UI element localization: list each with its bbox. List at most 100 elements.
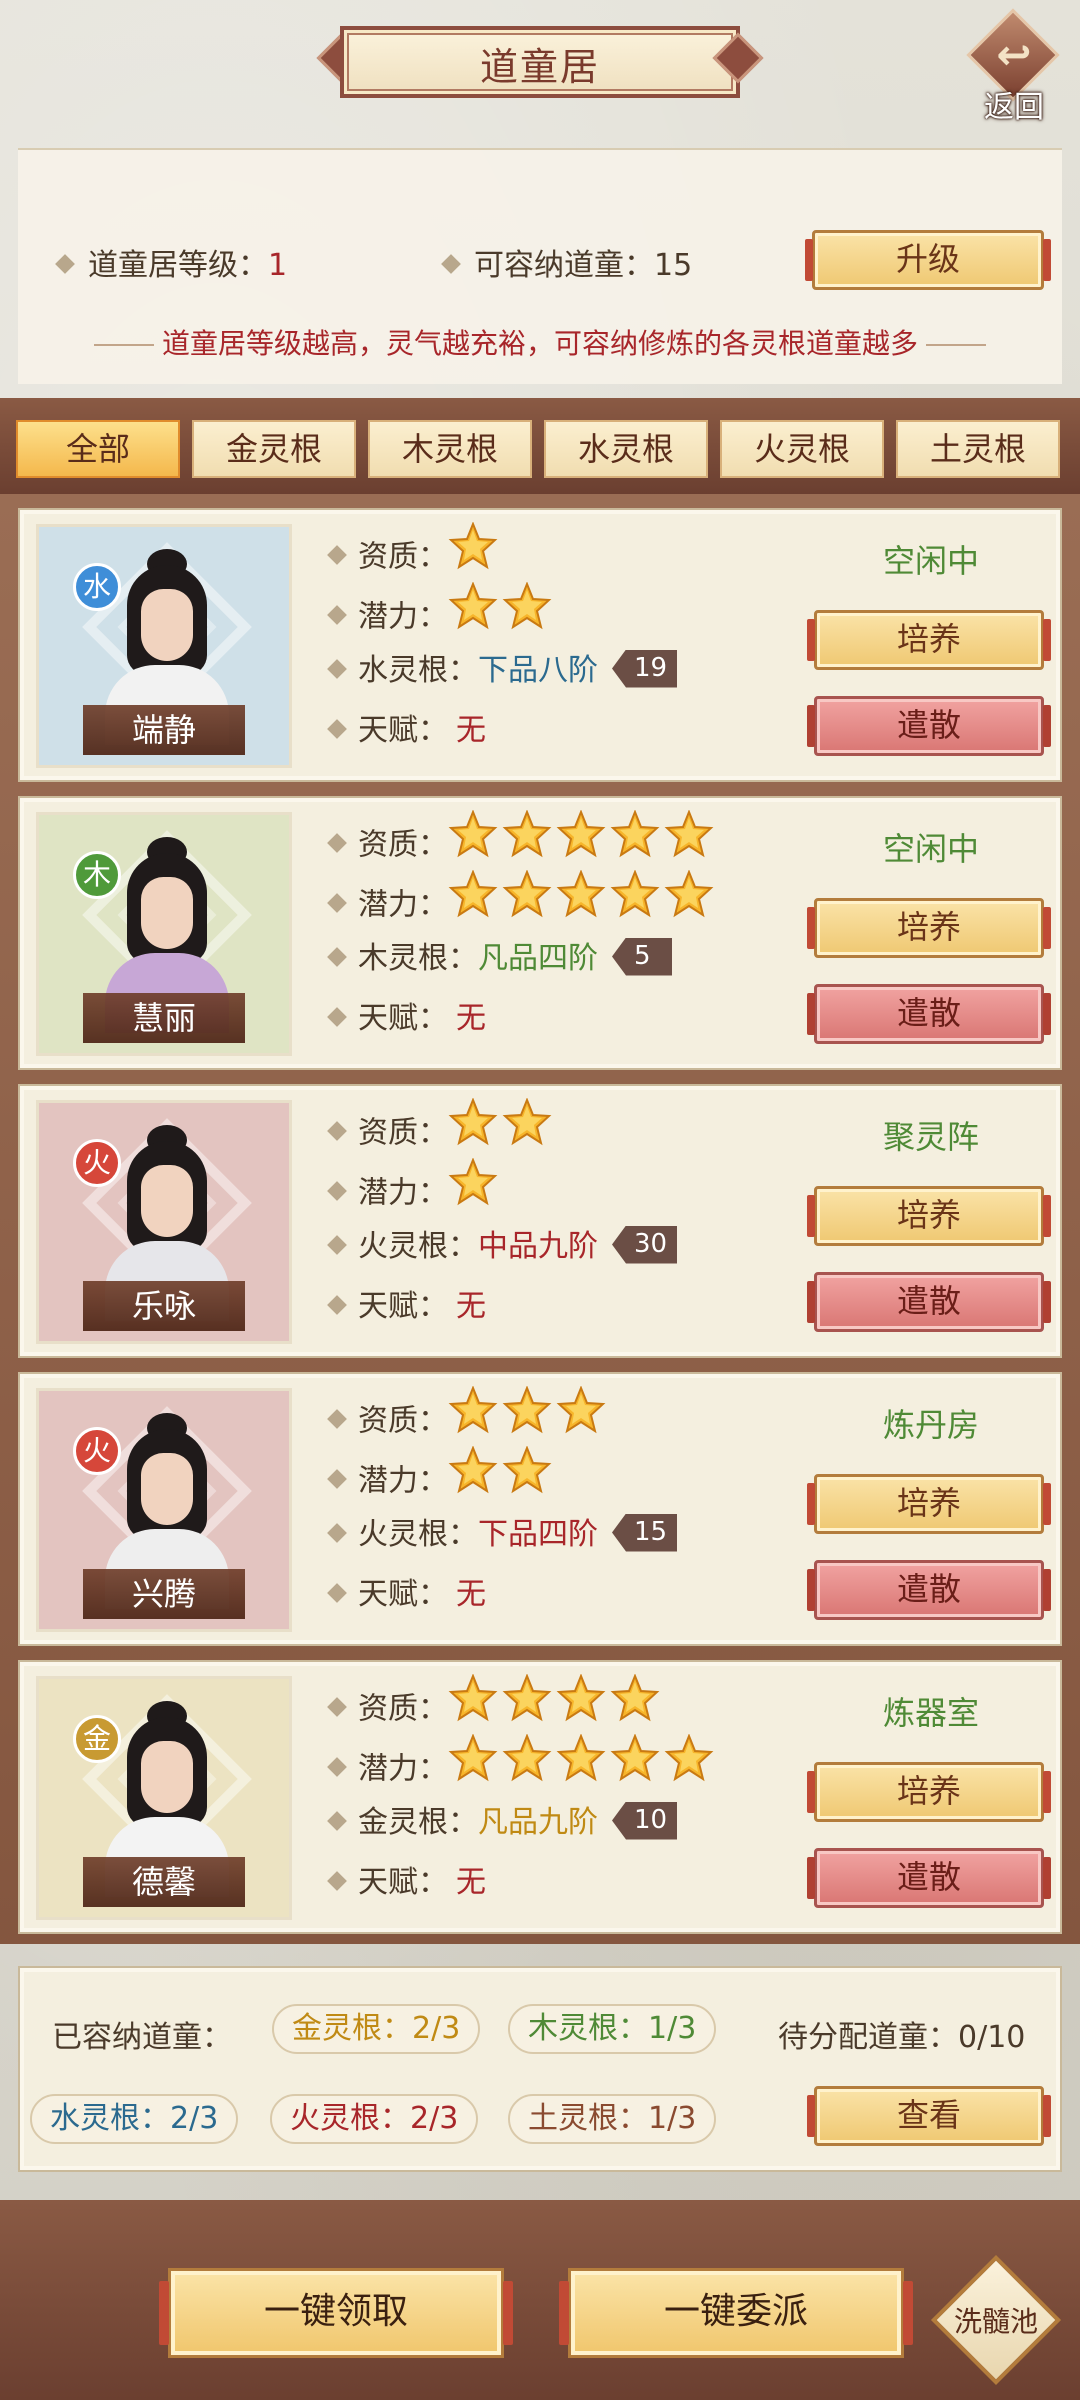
dismiss-button[interactable]: 遣散 bbox=[807, 1848, 1051, 1908]
train-button[interactable]: 培养 bbox=[807, 610, 1051, 670]
star-icon bbox=[448, 1674, 498, 1722]
tab-earth[interactable]: 土灵根 bbox=[896, 420, 1060, 478]
spirit-root-row: 水灵根：下品八阶 19 bbox=[327, 646, 678, 696]
aptitude-row: 资质： bbox=[327, 810, 718, 864]
view-button[interactable]: 查看 bbox=[807, 2086, 1051, 2146]
potential-stars bbox=[448, 582, 556, 650]
fire-count-pill: 火灵根：2/3 bbox=[270, 2094, 479, 2144]
disciple-list[interactable]: 水端静 资质： 潜力： 水灵根：下品八阶 19 天赋：无空闲中 培养 遣散木慧丽 资质： 潜力：木… bbox=[0, 494, 1080, 1944]
aptitude-label: 资质： bbox=[358, 827, 448, 863]
disciple-card[interactable]: 金德馨 资质： 潜力： 金灵根：凡品九阶 10 天赋：无 炼器室 培养 遣散 bbox=[18, 1660, 1062, 1934]
hint-ornament-right bbox=[926, 344, 986, 346]
spirit-root-rank: 凡品九阶 bbox=[478, 1805, 598, 1840]
disciple-name: 慧丽 bbox=[83, 993, 245, 1043]
tab-water[interactable]: 水灵根 bbox=[544, 420, 708, 478]
star-icon bbox=[556, 870, 606, 918]
talent-row: 天赋：无 bbox=[327, 1570, 486, 1620]
aptitude-stars bbox=[448, 1098, 556, 1166]
spirit-root-rank: 下品四阶 bbox=[478, 1517, 598, 1552]
tab-all[interactable]: 全部 bbox=[16, 420, 180, 478]
disciple-portrait[interactable]: 火兴腾 bbox=[36, 1388, 292, 1632]
portrait-face bbox=[141, 1741, 193, 1813]
train-button[interactable]: 培养 bbox=[807, 1762, 1051, 1822]
star-icon bbox=[448, 870, 498, 918]
star-icon bbox=[448, 522, 498, 570]
info-panel: 道童居等级：1 可容纳道童：15 升级 道童居等级越高，灵气越充裕，可容纳修炼的… bbox=[18, 148, 1062, 384]
dismiss-button[interactable]: 遣散 bbox=[807, 696, 1051, 756]
disciple-card[interactable]: 火乐咏 资质： 潜力： 火灵根：中品九阶 30 天赋：无 聚灵阵 培养 遣散 bbox=[18, 1084, 1062, 1358]
train-button[interactable]: 培养 bbox=[807, 898, 1051, 958]
talent-label: 天赋： bbox=[358, 1001, 448, 1036]
portrait-face bbox=[141, 1453, 193, 1525]
star-icon bbox=[556, 1386, 606, 1434]
diamond-bullet-icon bbox=[441, 253, 461, 274]
status-text: 聚灵阵 bbox=[882, 1118, 979, 1156]
level-value: 1 bbox=[268, 248, 288, 283]
spirit-root-label: 木灵根： bbox=[358, 941, 478, 976]
wash-pool-button[interactable]: 洗髓池 bbox=[930, 2254, 1062, 2386]
earth-count-pill: 土灵根：1/3 bbox=[508, 2094, 717, 2144]
spirit-root-rank: 中品九阶 bbox=[478, 1229, 598, 1264]
potential-row: 潜力： bbox=[327, 582, 556, 636]
diamond-bullet-icon bbox=[327, 1121, 347, 1141]
star-icon bbox=[556, 1674, 606, 1722]
disciple-name: 端静 bbox=[83, 705, 245, 755]
train-button[interactable]: 培养 bbox=[807, 1186, 1051, 1246]
capacity-label: 可容纳道童： bbox=[474, 248, 654, 283]
filter-tabs: 全部 金灵根 木灵根 水灵根 火灵根 土灵根 bbox=[0, 398, 1080, 494]
disciple-portrait[interactable]: 火乐咏 bbox=[36, 1100, 292, 1344]
diamond-bullet-icon bbox=[327, 1469, 347, 1489]
diamond-bullet-icon bbox=[327, 946, 347, 967]
spirit-root-label: 火灵根： bbox=[358, 1517, 478, 1552]
star-icon bbox=[502, 1734, 552, 1782]
portrait-face bbox=[141, 589, 193, 661]
potential-stars bbox=[448, 1734, 718, 1802]
star-icon bbox=[502, 1674, 552, 1722]
bottom-bar: 一键领取 一键委派 bbox=[0, 2200, 1080, 2400]
spirit-root-rank: 下品八阶 bbox=[478, 653, 598, 688]
disciple-portrait[interactable]: 金德馨 bbox=[36, 1676, 292, 1920]
aptitude-stars bbox=[448, 1386, 610, 1454]
back-arrow-icon: ↩ bbox=[996, 30, 1032, 79]
capacity-summary: 已容纳道童： 金灵根：2/3 木灵根：1/3 待分配道童：0/10 水灵根：2/… bbox=[18, 1966, 1062, 2172]
element-badge: 水 bbox=[73, 563, 121, 611]
disciple-card[interactable]: 水端静 资质： 潜力： 水灵根：下品八阶 19 天赋：无 空闲中 培养 遣散 bbox=[18, 508, 1062, 782]
disciple-portrait[interactable]: 水端静 bbox=[36, 524, 292, 768]
tab-fire[interactable]: 火灵根 bbox=[720, 420, 884, 478]
talent-value: 无 bbox=[456, 713, 486, 748]
claim-all-button[interactable]: 一键领取 bbox=[159, 2268, 513, 2358]
diamond-bullet-icon bbox=[327, 1409, 347, 1429]
tab-metal[interactable]: 金灵根 bbox=[192, 420, 356, 478]
potential-label: 潜力： bbox=[358, 1175, 448, 1211]
potential-row: 潜力： bbox=[327, 1446, 556, 1500]
star-icon bbox=[448, 810, 498, 858]
upgrade-button[interactable]: 升级 bbox=[805, 230, 1051, 290]
diamond-bullet-icon bbox=[327, 1810, 347, 1831]
star-icon bbox=[502, 1446, 552, 1494]
star-icon bbox=[448, 1446, 498, 1494]
dismiss-button[interactable]: 遣散 bbox=[807, 1272, 1051, 1332]
potential-row: 潜力： bbox=[327, 1734, 718, 1788]
dispatch-all-button[interactable]: 一键委派 bbox=[559, 2268, 913, 2358]
talent-label: 天赋： bbox=[358, 1289, 448, 1324]
potential-row: 潜力： bbox=[327, 1158, 502, 1212]
spirit-root-row: 金灵根：凡品九阶 10 bbox=[327, 1798, 678, 1848]
diamond-bullet-icon bbox=[327, 1006, 347, 1027]
element-badge: 木 bbox=[73, 851, 121, 899]
dismiss-button[interactable]: 遣散 bbox=[807, 1560, 1051, 1620]
disciple-card[interactable]: 木慧丽 资质： 潜力： 木灵根：凡品四阶 5 天赋：无 空闲中 培养 遣散 bbox=[18, 796, 1062, 1070]
aptitude-label: 资质： bbox=[358, 1403, 448, 1439]
hint-text: 道童居等级越高，灵气越充裕，可容纳修炼的各灵根道童越多 bbox=[18, 322, 1062, 362]
disciple-portrait[interactable]: 木慧丽 bbox=[36, 812, 292, 1056]
potential-label: 潜力： bbox=[358, 599, 448, 635]
talent-value: 无 bbox=[456, 1865, 486, 1900]
back-button[interactable]: ↩ 返回 bbox=[960, 8, 1068, 125]
star-icon bbox=[664, 1734, 714, 1782]
dismiss-button[interactable]: 遣散 bbox=[807, 984, 1051, 1044]
potential-label: 潜力： bbox=[358, 1463, 448, 1499]
tab-wood[interactable]: 木灵根 bbox=[368, 420, 532, 478]
train-button[interactable]: 培养 bbox=[807, 1474, 1051, 1534]
spirit-root-row: 木灵根：凡品四阶 5 bbox=[327, 934, 672, 984]
element-badge: 火 bbox=[73, 1427, 121, 1475]
disciple-card[interactable]: 火兴腾 资质： 潜力： 火灵根：下品四阶 15 天赋：无 炼丹房 培养 遣散 bbox=[18, 1372, 1062, 1646]
